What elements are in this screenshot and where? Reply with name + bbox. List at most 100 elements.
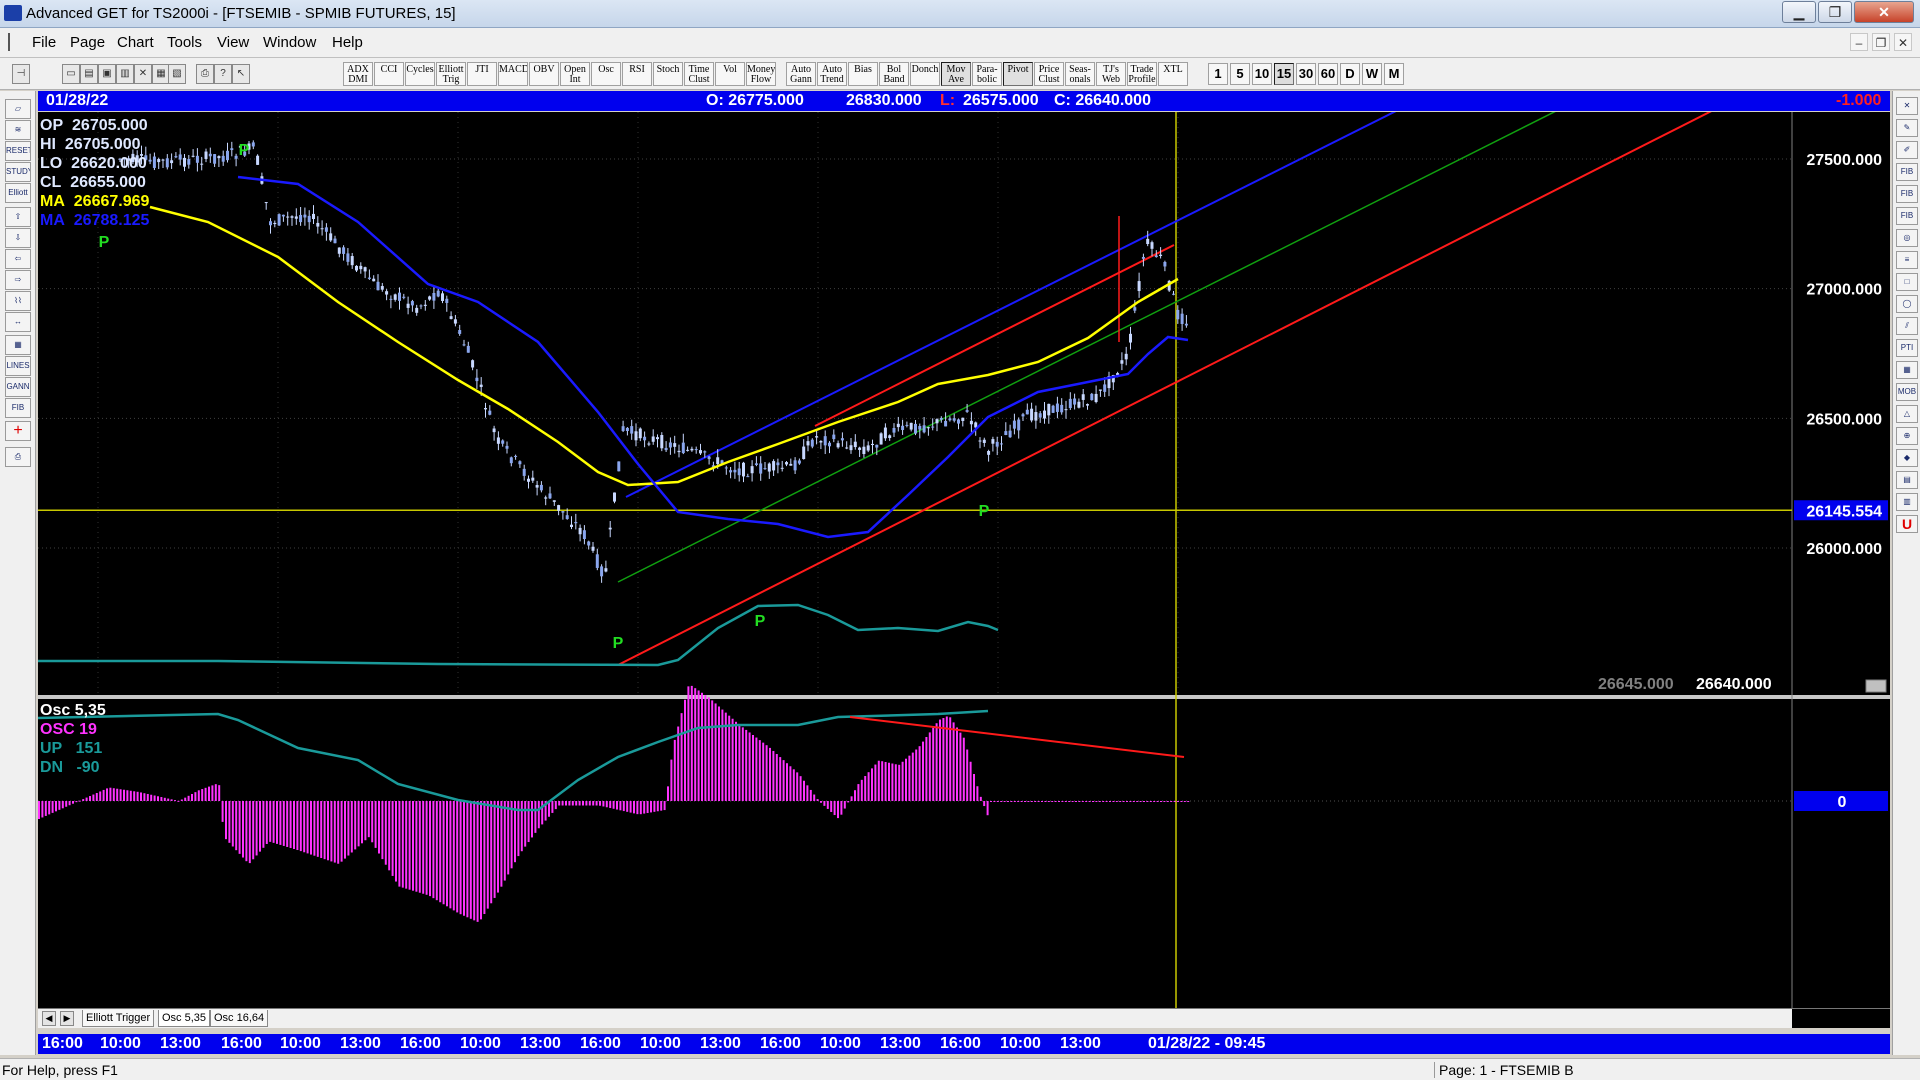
print-icon[interactable]: ⎙ [196, 64, 214, 84]
arrow-down-icon[interactable]: ⇩ [5, 228, 31, 248]
indicator-button-xtl[interactable]: XTL [1158, 62, 1188, 86]
open-folder-icon[interactable]: ▱ [5, 99, 31, 119]
fan-icon[interactable]: ≡ [1896, 251, 1918, 269]
pen-icon[interactable]: ✐ [1896, 141, 1918, 159]
arrow-left-icon[interactable]: ⇦ [5, 249, 31, 269]
interval-button-m[interactable]: M [1384, 63, 1404, 85]
indicator-button-mov-ave[interactable]: Mov Ave [941, 62, 971, 86]
indicator-button-bias[interactable]: Bias [848, 62, 878, 86]
indicator-button-adx-dmi[interactable]: ADX DMI [343, 62, 373, 86]
interval-button-10[interactable]: 10 [1252, 63, 1272, 85]
indicator-button-stoch[interactable]: Stoch [653, 62, 683, 86]
fill-icon[interactable]: ◆ [1896, 449, 1918, 467]
menu-tools[interactable]: Tools [167, 34, 202, 51]
indicator-button-open-int[interactable]: Open Int [560, 62, 590, 86]
grid-tool-icon[interactable]: ▦ [1896, 361, 1918, 379]
interval-button-d[interactable]: D [1340, 63, 1360, 85]
pin-icon[interactable]: ⊣ [12, 64, 30, 84]
interval-button-1[interactable]: 1 [1208, 63, 1228, 85]
chart-area[interactable]: 27500.000 27000.000 26500.000 26000.000 2614… [38, 112, 1890, 1008]
indicator-button-bol-band[interactable]: Bol Band [879, 62, 909, 86]
triangle-icon[interactable]: △ [1896, 405, 1918, 423]
print-chart-icon[interactable]: ⎙ [5, 447, 31, 467]
indicator-button-osc[interactable]: Osc [591, 62, 621, 86]
wave-icon[interactable]: ≋ [5, 120, 31, 140]
context-help-icon[interactable]: ↖ [232, 64, 250, 84]
mdi-close-button[interactable]: ✕ [1894, 33, 1912, 51]
mdi-minimize-button[interactable]: – [1850, 33, 1868, 51]
indicator-button-obv[interactable]: OBV [529, 62, 559, 86]
fib-time-tool-icon[interactable]: FIB [1896, 207, 1918, 225]
menu-window[interactable]: Window [263, 34, 316, 51]
maximize-button[interactable]: ❐ [1818, 1, 1852, 23]
indicator-button-trade-profile[interactable]: Trade Profile [1127, 62, 1157, 86]
study-icon[interactable]: STUDY [5, 162, 31, 182]
arrow-up-icon[interactable]: ⇧ [5, 207, 31, 227]
chart-tool-icon[interactable]: ▥ [1896, 493, 1918, 511]
indicator-button-cycles[interactable]: Cycles [405, 62, 435, 86]
crosshair-icon[interactable]: + [5, 421, 31, 441]
indicator-button-vol[interactable]: Vol [715, 62, 745, 86]
range-icon[interactable]: ↔ [5, 312, 31, 332]
grid-icon[interactable]: ▦ [5, 335, 31, 355]
indicator-button-rsi[interactable]: RSI [622, 62, 652, 86]
interval-button-15[interactable]: 15 [1274, 63, 1294, 85]
indicator-button-jti[interactable]: JTI [467, 62, 497, 86]
pencil-icon[interactable]: ✎ [1896, 119, 1918, 137]
indicator-button-donch[interactable]: Donch [910, 62, 940, 86]
fib-ret-icon[interactable]: FIB [1896, 163, 1918, 181]
indicator-button-para-bolic[interactable]: Para-bolic [972, 62, 1002, 86]
u-icon[interactable]: U [1896, 515, 1918, 533]
lines-icon[interactable]: LINES [5, 356, 31, 376]
mob-icon[interactable]: MOB [1896, 383, 1918, 401]
minimize-button[interactable]: ▁ [1782, 1, 1816, 23]
pti-icon[interactable]: PTI [1896, 339, 1918, 357]
menu-chart[interactable]: Chart [117, 34, 154, 51]
indicator-button-elliott-trig[interactable]: Elliott Trig [436, 62, 466, 86]
insert-icon[interactable]: ▧ [168, 64, 186, 84]
indicator-button-time-clust[interactable]: Time Clust [684, 62, 714, 86]
indicator-button-seas-onals[interactable]: Seas-onals [1065, 62, 1095, 86]
indicator-button-auto-trend[interactable]: Auto Trend [817, 62, 847, 86]
menu-page[interactable]: Page [70, 34, 105, 51]
indicator-button-price-clust[interactable]: Price Clust [1034, 62, 1064, 86]
mdi-restore-button[interactable]: ❐ [1872, 33, 1890, 51]
tab-osc-5-35[interactable]: Osc 5,35 [158, 1010, 211, 1027]
menu-file[interactable]: File [32, 34, 56, 51]
open-page-icon[interactable]: ▤ [80, 64, 98, 84]
circle-icon[interactable]: ◎ [1896, 229, 1918, 247]
fib-ext-icon[interactable]: FIB [1896, 185, 1918, 203]
indicator-button-cci[interactable]: CCI [374, 62, 404, 86]
chart-canvas[interactable]: 27500.000 27000.000 26500.000 26000.000 2614… [38, 112, 1890, 1008]
close-button[interactable]: ✕ [1854, 1, 1914, 23]
fib-icon[interactable]: FIB [5, 398, 31, 418]
indicator-button-pivot[interactable]: Pivot [1003, 62, 1033, 86]
menu-help[interactable]: Help [332, 34, 363, 51]
arrow-right-icon[interactable]: ⇨ [5, 270, 31, 290]
tab-osc-16-64[interactable]: Osc 16,64 [210, 1010, 269, 1027]
zoom-icon[interactable]: ⊕ [1896, 427, 1918, 445]
menu-view[interactable]: View [217, 34, 249, 51]
indicator-button-auto-gann[interactable]: Auto Gann [786, 62, 816, 86]
box-icon[interactable]: □ [1896, 273, 1918, 291]
save-icon[interactable]: ▣ [98, 64, 116, 84]
ellipse-icon[interactable]: ◯ [1896, 295, 1918, 313]
indicator-button-money-flow[interactable]: Money Flow [746, 62, 776, 86]
interval-button-5[interactable]: 5 [1230, 63, 1250, 85]
help-icon[interactable]: ? [214, 64, 232, 84]
copy-icon[interactable]: ▥ [116, 64, 134, 84]
new-page-icon[interactable]: ▭ [62, 64, 80, 84]
print-setup-icon[interactable]: ✕ [134, 64, 152, 84]
tab-elliott-trigger[interactable]: Elliott Trigger [82, 1010, 155, 1027]
channel-icon[interactable]: ⫽ [1896, 317, 1918, 335]
indicator-button-macd[interactable]: MACD [498, 62, 528, 86]
interval-button-w[interactable]: W [1362, 63, 1382, 85]
interval-button-60[interactable]: 60 [1318, 63, 1338, 85]
table-icon[interactable]: ▤ [1896, 471, 1918, 489]
gann-icon[interactable]: GANN [5, 377, 31, 397]
elliott-icon[interactable]: Elliott [5, 183, 31, 203]
close-tool-icon[interactable]: ✕ [1896, 97, 1918, 115]
interval-button-30[interactable]: 30 [1296, 63, 1316, 85]
tab-next-button[interactable]: ▶ [60, 1011, 74, 1026]
indicator-button-tj-s-web[interactable]: TJ's Web [1096, 62, 1126, 86]
